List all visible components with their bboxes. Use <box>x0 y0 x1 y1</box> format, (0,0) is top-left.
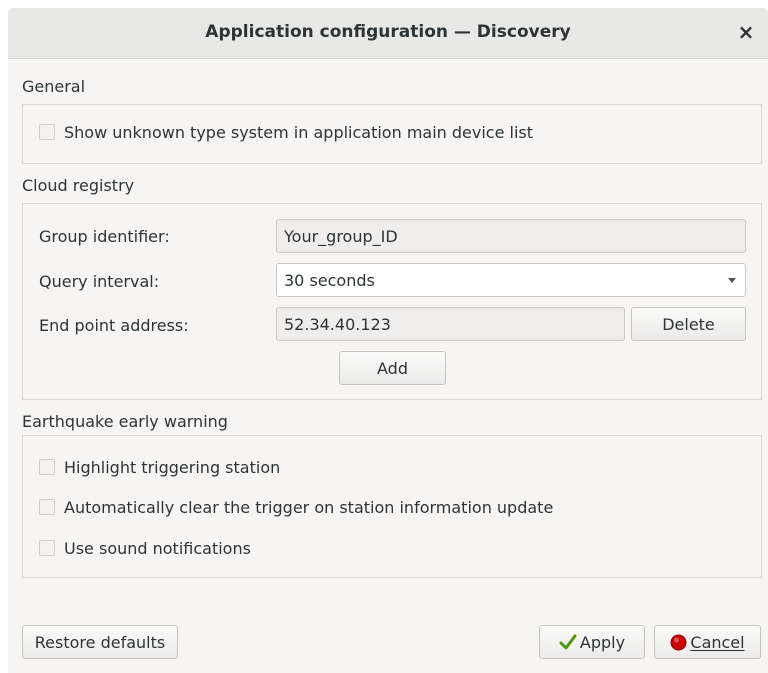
dialog-title: Application configuration — Discovery <box>205 22 571 42</box>
title-bar[interactable]: Application configuration — Discovery × <box>8 8 768 59</box>
chevron-down-icon <box>728 278 736 283</box>
query-interval-value: 30 seconds <box>284 270 375 290</box>
cancel-label: Cancel <box>690 632 745 652</box>
cancel-button[interactable]: Cancel <box>654 625 761 659</box>
restore-defaults-button[interactable]: Restore defaults <box>22 625 178 659</box>
auto-clear-label: Automatically clear the trigger on stati… <box>64 497 554 517</box>
earthquake-frame: Highlight triggering station Automatical… <box>22 435 762 578</box>
add-button[interactable]: Add <box>339 351 446 385</box>
checkmark-icon <box>559 634 577 650</box>
highlight-station-checkbox-row[interactable]: Highlight triggering station <box>39 455 280 479</box>
auto-clear-checkbox[interactable] <box>39 499 55 515</box>
apply-label: Apply <box>579 632 626 652</box>
delete-button[interactable]: Delete <box>631 307 746 341</box>
general-frame: Show unknown type system in application … <box>22 104 762 164</box>
sound-notifications-checkbox[interactable] <box>39 540 55 556</box>
auto-clear-checkbox-row[interactable]: Automatically clear the trigger on stati… <box>39 495 553 519</box>
cloud-registry-heading: Cloud registry <box>22 176 135 195</box>
close-icon[interactable]: × <box>732 18 760 46</box>
query-interval-label: Query interval: <box>39 272 160 291</box>
end-point-label: End point address: <box>39 316 189 335</box>
query-interval-select[interactable]: 30 seconds <box>276 263 746 297</box>
config-dialog: Application configuration — Discovery × … <box>8 8 768 673</box>
highlight-station-label: Highlight triggering station <box>64 457 281 477</box>
red-stop-icon <box>670 634 687 651</box>
cloud-registry-frame: Group identifier: Your_group_ID Query in… <box>22 203 762 400</box>
general-heading: General <box>22 77 86 96</box>
sound-notifications-label: Use sound notifications <box>64 538 251 558</box>
show-unknown-label: Show unknown type system in application … <box>64 122 534 142</box>
show-unknown-checkbox-row[interactable]: Show unknown type system in application … <box>39 120 533 144</box>
end-point-input[interactable]: 52.34.40.123 <box>276 307 625 341</box>
sound-notifications-checkbox-row[interactable]: Use sound notifications <box>39 536 251 560</box>
highlight-station-checkbox[interactable] <box>39 459 55 475</box>
group-identifier-input[interactable]: Your_group_ID <box>276 219 746 253</box>
group-identifier-label: Group identifier: <box>39 227 170 246</box>
apply-button[interactable]: Apply <box>539 625 645 659</box>
show-unknown-checkbox[interactable] <box>39 124 55 140</box>
earthquake-heading: Earthquake early warning <box>22 412 228 431</box>
